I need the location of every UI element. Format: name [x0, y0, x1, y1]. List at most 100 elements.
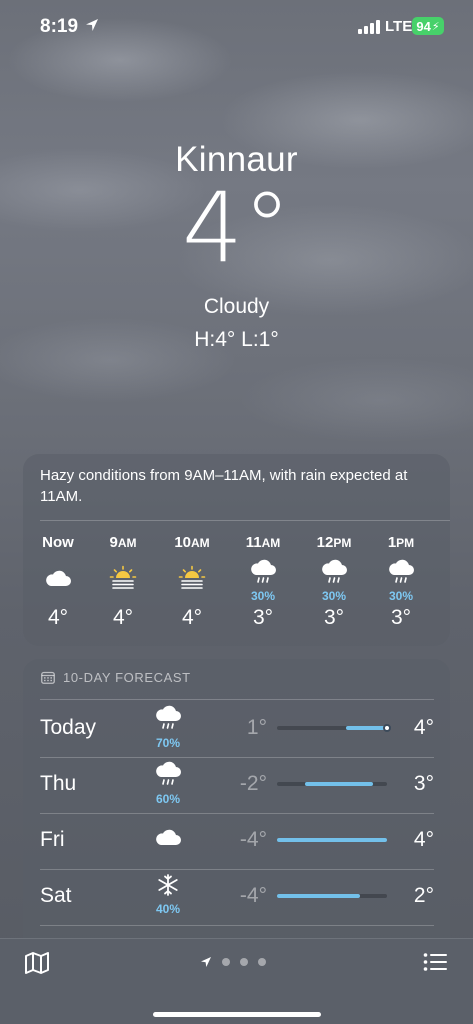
hour-label: 9AM: [88, 534, 158, 554]
hour-temperature: 4°: [181, 606, 203, 629]
hour-column: 11AM 30% 3°: [228, 534, 298, 630]
page-dot[interactable]: [240, 958, 248, 966]
hour-value: 11: [245, 534, 262, 551]
cloud-rain-icon: [320, 559, 348, 590]
temperature-range-bar: [277, 894, 387, 898]
hour-temperature: 4°: [47, 606, 69, 629]
low-temperature: 1°: [246, 716, 267, 739]
temperature-range-bar: [277, 782, 387, 786]
hour-column: 12PM 30% 3°: [299, 534, 369, 630]
hour-column: 1PM 30% 3°: [366, 534, 436, 630]
hour-column: Now 4°: [23, 534, 93, 630]
temperature-range-fill: [345, 726, 387, 730]
home-indicator[interactable]: [153, 1012, 321, 1017]
page-indicator[interactable]: [200, 956, 266, 968]
day-name: Sat: [40, 884, 72, 907]
cellular-signal-icon: [358, 20, 380, 34]
hourly-forecast-card[interactable]: Hazy conditions from 9AM–11AM, with rain…: [23, 454, 450, 646]
hour-icon-wrap: 30%: [299, 559, 369, 603]
hour-label: 12PM: [299, 534, 369, 554]
high-temperature: 4°: [413, 828, 434, 851]
day-icon-wrap: 40%: [146, 873, 190, 915]
divider: [40, 699, 434, 700]
cloud-icon: [154, 827, 182, 852]
snowflake-icon: [156, 873, 180, 902]
cloud-rain-icon: [154, 761, 182, 792]
hour-label: 11AM: [228, 534, 298, 554]
forecast-row-fri[interactable]: Fri -4° 4°: [23, 813, 450, 869]
day-icon-wrap: 70%: [146, 705, 190, 749]
cloud-rain-icon: [154, 705, 182, 736]
hour-column: 10AM 4°: [157, 534, 227, 630]
sun-haze-icon: [178, 565, 206, 596]
temperature-range-fill: [277, 894, 360, 898]
hourly-summary: Hazy conditions from 9AM–11AM, with rain…: [40, 467, 408, 505]
forecast-title: 10-DAY FORECAST: [63, 670, 191, 685]
page-dot[interactable]: [258, 958, 266, 966]
low-temperature: -4°: [239, 884, 267, 907]
page-dot[interactable]: [222, 958, 230, 966]
calendar-icon: [41, 671, 55, 684]
hour-temperature: 3°: [252, 606, 274, 629]
hour-value: 9: [109, 534, 118, 551]
status-bar: 8:19 LTE 94 ⚡: [0, 0, 473, 54]
list-icon[interactable]: [423, 951, 447, 973]
temperature-range-fill: [304, 782, 374, 786]
forecast-row-thu[interactable]: Thu 60% -2° 3°: [23, 757, 450, 813]
forecast-row-today[interactable]: Today 70% 1° 4°: [23, 701, 450, 757]
hour-value: 12: [316, 534, 334, 551]
cloud-icon: [44, 568, 72, 593]
hour-ampm: AM: [261, 536, 281, 550]
hour-value: 1: [387, 534, 397, 551]
high-temperature: 2°: [413, 884, 434, 907]
battery-level: 94: [416, 18, 431, 34]
hour-label: 10AM: [157, 534, 227, 554]
precipitation-chance: 30%: [250, 588, 276, 603]
current-temperature-dot: [383, 724, 391, 732]
day-name: Today: [40, 716, 97, 739]
precipitation-chance: 30%: [388, 588, 414, 603]
bottom-toolbar: [0, 938, 473, 1024]
hour-ampm: AM: [117, 536, 137, 550]
map-icon[interactable]: [24, 951, 50, 975]
divider: [40, 520, 450, 521]
day-name: Fri: [40, 828, 65, 851]
status-time: 8:19: [40, 16, 79, 37]
hour-icon-wrap: [88, 560, 158, 600]
high-temperature: 3°: [413, 772, 434, 795]
cloud-rain-icon: [249, 559, 277, 590]
location-arrow-icon: [86, 19, 98, 31]
hour-ampm: PM: [333, 536, 352, 550]
day-icon-wrap: [146, 817, 190, 852]
hour-temperature: 4°: [112, 606, 134, 629]
precipitation-chance: 70%: [155, 736, 181, 750]
day-name: Thu: [40, 772, 77, 795]
current-location-icon[interactable]: [200, 956, 212, 968]
temperature-range-bar: [277, 838, 387, 842]
hour-label: 1PM: [366, 534, 436, 554]
day-icon-wrap: 60%: [146, 761, 190, 805]
forecast-row-sat[interactable]: Sat 40% -4° 2°: [23, 869, 450, 925]
low-temperature: -2°: [239, 772, 267, 795]
condition-text: Cloudy: [203, 295, 270, 318]
battery-icon: 94 ⚡: [412, 17, 444, 35]
hour-icon-wrap: [157, 560, 227, 600]
hour-column: 9AM 4°: [88, 534, 158, 630]
precipitation-chance: 30%: [321, 588, 347, 603]
forecast-header: 10-DAY FORECAST: [41, 670, 191, 685]
hour-icon-wrap: 30%: [228, 559, 298, 603]
network-type: LTE: [385, 18, 413, 35]
precipitation-chance: 60%: [155, 792, 181, 806]
charging-bolt-icon: ⚡: [431, 20, 440, 33]
divider: [40, 925, 434, 926]
cloud-rain-icon: [387, 559, 415, 590]
temperature-range-bar: [277, 724, 391, 732]
ten-day-forecast-card[interactable]: 10-DAY FORECAST Today 70% 1° 4° Thu 60% -2° 3° F…: [23, 659, 450, 959]
hour-ampm: PM: [396, 536, 415, 550]
precipitation-chance: 40%: [155, 902, 181, 916]
hour-temperature: 3°: [323, 606, 345, 629]
low-temperature: -4°: [239, 828, 267, 851]
high-low-text: H:4° L:1°: [194, 328, 279, 351]
hour-icon-wrap: 30%: [366, 559, 436, 603]
hour-value: 10: [174, 534, 191, 551]
